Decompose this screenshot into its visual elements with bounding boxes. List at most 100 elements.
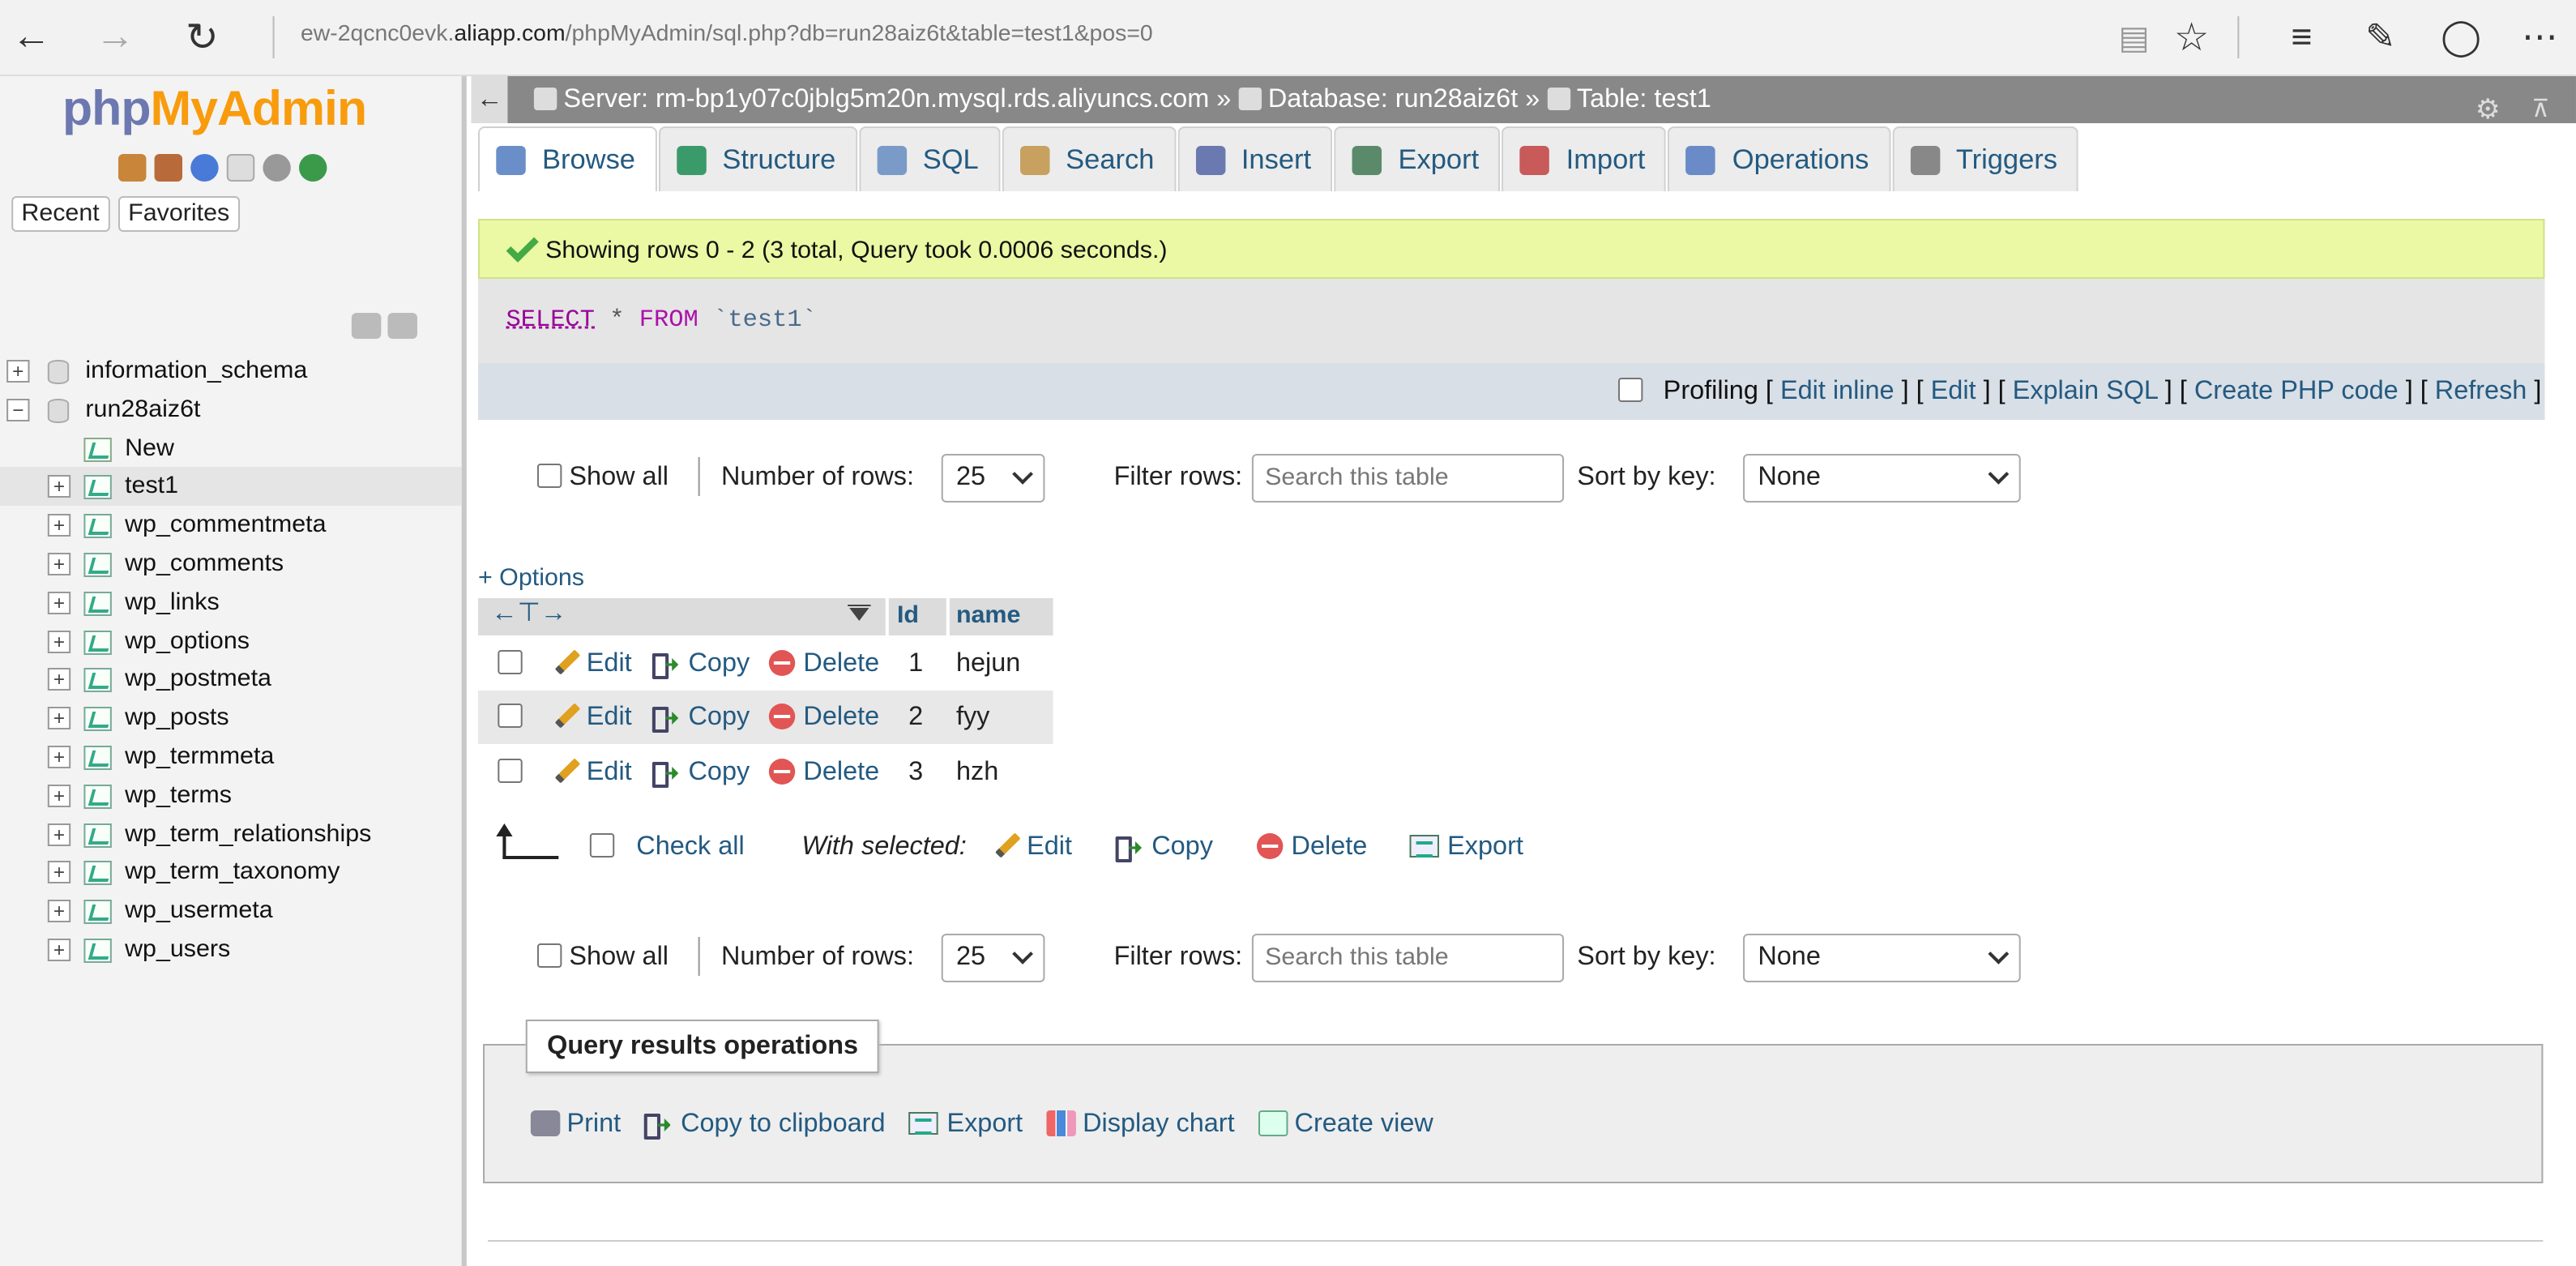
- tree-item-table[interactable]: + wp_links: [0, 584, 462, 622]
- expand-icon[interactable]: +: [47, 475, 71, 498]
- help-icon[interactable]: [190, 154, 219, 182]
- show-all-toggle[interactable]: Show all: [536, 934, 669, 989]
- collapse-icon[interactable]: −: [6, 398, 30, 421]
- back-arrow-icon[interactable]: ←: [3, 10, 59, 65]
- tree-item-label[interactable]: test1: [125, 468, 178, 507]
- collapse-sidebar-icon[interactable]: ←: [471, 76, 508, 123]
- tree-item-label[interactable]: information_schema: [85, 352, 307, 391]
- bulk-copy-button[interactable]: Copy: [1115, 820, 1213, 875]
- export-button[interactable]: Export: [908, 1110, 1023, 1138]
- tab-operations[interactable]: Operations: [1668, 126, 1890, 191]
- sort-by-key-select[interactable]: None: [1743, 934, 2021, 982]
- tree-item-label[interactable]: wp_usermeta: [125, 892, 273, 930]
- expand-icon[interactable]: +: [47, 784, 71, 807]
- collapse-all-icon[interactable]: [351, 313, 382, 339]
- recent-button[interactable]: Recent: [11, 196, 109, 232]
- settings-gear-icon[interactable]: [263, 154, 291, 182]
- tree-item-label[interactable]: wp_term_taxonomy: [125, 853, 340, 892]
- check-all-checkbox[interactable]: [589, 833, 615, 858]
- cell-id[interactable]: 3: [908, 746, 923, 799]
- tab-insert[interactable]: Insert: [1177, 126, 1333, 191]
- expand-icon[interactable]: +: [47, 823, 71, 846]
- profiling-checkbox[interactable]: [1618, 378, 1644, 402]
- tree-item-label[interactable]: wp_terms: [125, 776, 232, 815]
- expand-icon[interactable]: +: [47, 591, 71, 614]
- web-note-icon[interactable]: ✎: [2352, 10, 2408, 65]
- tree-item-label[interactable]: wp_links: [125, 584, 220, 622]
- home-icon[interactable]: [117, 154, 147, 182]
- create-view-button[interactable]: Create view: [1258, 1110, 1433, 1138]
- expand-icon[interactable]: +: [47, 630, 71, 653]
- docs-icon[interactable]: [226, 154, 255, 182]
- logout-icon[interactable]: [154, 154, 183, 182]
- tab-search[interactable]: Search: [1002, 126, 1176, 191]
- row-edit-button[interactable]: Edit: [553, 746, 632, 799]
- row-checkbox[interactable]: [498, 650, 523, 674]
- sql-query-box[interactable]: SELECT * FROM `test1`: [477, 279, 2545, 363]
- tree-item-label[interactable]: wp_commentmeta: [125, 506, 326, 545]
- show-all-toggle[interactable]: Show all: [536, 454, 669, 509]
- tree-item-table[interactable]: + wp_usermeta: [0, 892, 462, 930]
- collapse-topbar-icon[interactable]: ⊼: [2531, 86, 2549, 133]
- tree-item-label[interactable]: wp_options: [125, 622, 250, 661]
- row-copy-button[interactable]: Copy: [651, 637, 750, 691]
- sort-by-key-select[interactable]: None: [1743, 454, 2021, 503]
- explain-sql-link[interactable]: Explain SQL: [2013, 378, 2158, 405]
- tree-item-table[interactable]: + wp_posts: [0, 699, 462, 738]
- tree-item-label[interactable]: wp_postmeta: [125, 661, 271, 699]
- cell-id[interactable]: 1: [908, 637, 923, 691]
- tree-item-table[interactable]: + wp_term_taxonomy: [0, 853, 462, 892]
- bulk-edit-button[interactable]: Edit: [994, 820, 1072, 875]
- tree-item-label[interactable]: wp_posts: [125, 699, 229, 738]
- row-delete-button[interactable]: Delete: [768, 637, 879, 691]
- bulk-export-button[interactable]: Export: [1409, 820, 1523, 875]
- tree-item-table[interactable]: + wp_commentmeta: [0, 506, 462, 545]
- create-php-code-link[interactable]: Create PHP code: [2194, 378, 2399, 405]
- cell-name[interactable]: fyy: [956, 691, 989, 744]
- tree-item-label[interactable]: New: [125, 429, 174, 468]
- print-button[interactable]: Print: [530, 1110, 621, 1138]
- forward-arrow-icon[interactable]: →: [87, 10, 143, 65]
- tree-item-information-schema[interactable]: + information_schema: [0, 352, 462, 391]
- expand-icon[interactable]: +: [6, 360, 30, 383]
- expand-icon[interactable]: +: [47, 514, 71, 537]
- tree-item-label[interactable]: run28aiz6t: [85, 391, 200, 430]
- tree-item-label[interactable]: wp_termmeta: [125, 738, 274, 776]
- cell-name[interactable]: hejun: [956, 637, 1020, 691]
- expand-icon[interactable]: +: [47, 861, 71, 884]
- column-resize-arrows-icon[interactable]: ←⊤→: [491, 597, 566, 629]
- favorite-star-icon[interactable]: ☆: [2164, 10, 2219, 65]
- breadcrumb-database[interactable]: Database: run28aiz6t: [1268, 86, 1518, 113]
- tab-sql[interactable]: SQL: [858, 126, 1001, 191]
- tree-item-label[interactable]: wp_term_relationships: [125, 815, 371, 853]
- cell-id[interactable]: 2: [908, 691, 923, 744]
- column-header-id[interactable]: Id: [897, 601, 919, 629]
- favorites-button[interactable]: Favorites: [117, 196, 240, 232]
- tree-item-table[interactable]: + wp_options: [0, 622, 462, 661]
- expand-icon[interactable]: +: [47, 900, 71, 923]
- options-toggle[interactable]: + Options: [478, 564, 584, 592]
- cell-name[interactable]: hzh: [956, 746, 998, 799]
- edit-sql-link[interactable]: Edit: [1931, 378, 1976, 405]
- row-checkbox[interactable]: [498, 704, 523, 728]
- tree-item-new[interactable]: New: [0, 429, 462, 468]
- number-of-rows-select[interactable]: 25: [941, 454, 1045, 503]
- row-copy-button[interactable]: Copy: [651, 746, 750, 799]
- refresh-icon[interactable]: ↻: [174, 10, 230, 65]
- expand-icon[interactable]: +: [47, 745, 71, 768]
- share-icon[interactable]: ◯: [2433, 10, 2489, 65]
- gear-icon[interactable]: ⚙: [2476, 86, 2501, 133]
- tab-triggers[interactable]: Triggers: [1891, 126, 2079, 191]
- row-delete-button[interactable]: Delete: [768, 691, 879, 744]
- tree-item-table[interactable]: + wp_users: [0, 930, 462, 969]
- hub-icon[interactable]: ≡: [2274, 10, 2330, 65]
- row-edit-button[interactable]: Edit: [553, 691, 632, 744]
- tree-item-label[interactable]: wp_comments: [125, 545, 284, 584]
- expand-icon[interactable]: +: [47, 938, 71, 961]
- breadcrumb-server[interactable]: Server: rm-bp1y07c0jblg5m20n.mysql.rds.a…: [563, 86, 1209, 113]
- tree-item-table[interactable]: + wp_postmeta: [0, 661, 462, 699]
- tree-item-table[interactable]: + wp_comments: [0, 545, 462, 584]
- show-all-checkbox[interactable]: [536, 943, 562, 968]
- phpmyadmin-logo[interactable]: phpMyAdmin: [62, 83, 367, 138]
- bulk-delete-button[interactable]: Delete: [1256, 820, 1367, 875]
